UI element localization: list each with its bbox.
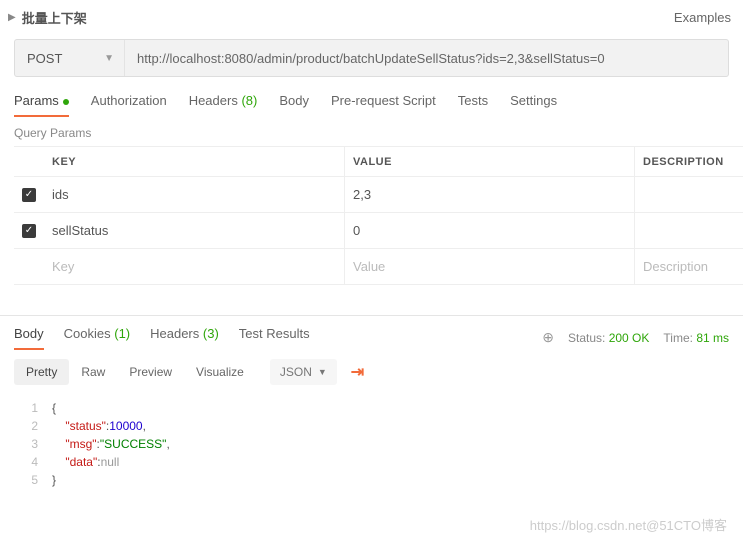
collapse-icon[interactable]: ▶	[8, 12, 16, 23]
tab-body[interactable]: Body	[279, 93, 309, 116]
view-visualize[interactable]: Visualize	[184, 359, 256, 385]
param-key[interactable]: ids	[44, 187, 344, 202]
format-select[interactable]: JSON▼	[270, 359, 337, 385]
response-body[interactable]: 1{ 2 "status": 10000, 3 "msg": "SUCCESS"…	[0, 395, 743, 493]
chevron-down-icon: ▼	[318, 367, 327, 377]
time-label: Time: 81 ms	[663, 331, 729, 345]
view-pretty[interactable]: Pretty	[14, 359, 69, 385]
viewer-toolbar: Pretty Raw Preview Visualize JSON▼ ⇥	[0, 349, 743, 395]
watermark: https://blog.csdn.net@51CTO博客	[530, 515, 727, 534]
param-key[interactable]: sellStatus	[44, 223, 344, 238]
resp-tab-headers[interactable]: Headers (3)	[150, 326, 219, 349]
method-select[interactable]: POST ▼	[15, 40, 125, 76]
resp-tab-body[interactable]: Body	[14, 326, 44, 349]
col-description: DESCRIPTION	[634, 147, 743, 176]
param-key-input[interactable]: Key	[44, 259, 344, 274]
tab-prerequest[interactable]: Pre-request Script	[331, 93, 436, 116]
globe-icon[interactable]: ⊕	[542, 329, 554, 346]
url-input[interactable]: http://localhost:8080/admin/product/batc…	[125, 40, 728, 76]
request-tabs: Params Authorization Headers (8) Body Pr…	[0, 77, 743, 116]
tab-params[interactable]: Params	[14, 93, 69, 116]
param-desc[interactable]	[634, 177, 743, 212]
tab-settings[interactable]: Settings	[510, 93, 557, 116]
col-key: KEY	[44, 156, 344, 168]
table-row: ✓ sellStatus 0	[14, 213, 743, 249]
table-row: ✓ ids 2,3	[14, 177, 743, 213]
examples-link[interactable]: Examples	[674, 10, 731, 25]
response-tabs: Body Cookies (1) Headers (3) Test Result…	[0, 316, 743, 349]
tab-tests[interactable]: Tests	[458, 93, 488, 116]
tab-authorization[interactable]: Authorization	[91, 93, 167, 116]
view-preview[interactable]: Preview	[117, 359, 184, 385]
param-desc[interactable]	[634, 213, 743, 248]
chevron-down-icon: ▼	[104, 53, 114, 64]
table-row-new: Key Value Description	[14, 249, 743, 285]
col-value: VALUE	[344, 147, 634, 176]
wrap-icon[interactable]: ⇥	[351, 362, 364, 382]
param-value[interactable]: 2,3	[344, 177, 634, 212]
checkbox[interactable]: ✓	[22, 224, 36, 238]
tab-headers[interactable]: Headers (8)	[189, 93, 258, 116]
param-value[interactable]: 0	[344, 213, 634, 248]
request-bar: POST ▼ http://localhost:8080/admin/produ…	[14, 39, 729, 77]
resp-tab-results[interactable]: Test Results	[239, 326, 310, 349]
param-value-input[interactable]: Value	[344, 249, 634, 284]
param-desc-input[interactable]: Description	[634, 249, 743, 284]
resp-tab-cookies[interactable]: Cookies (1)	[64, 326, 130, 349]
method-label: POST	[27, 51, 62, 66]
request-title: 批量上下架	[22, 8, 87, 27]
table-header-row: KEY VALUE DESCRIPTION	[14, 147, 743, 177]
checkbox[interactable]: ✓	[22, 188, 36, 202]
query-params-label: Query Params	[0, 116, 743, 146]
params-table: KEY VALUE DESCRIPTION ✓ ids 2,3 ✓ sellSt…	[14, 146, 743, 285]
status-label: Status: 200 OK	[568, 331, 649, 345]
view-raw[interactable]: Raw	[69, 359, 117, 385]
